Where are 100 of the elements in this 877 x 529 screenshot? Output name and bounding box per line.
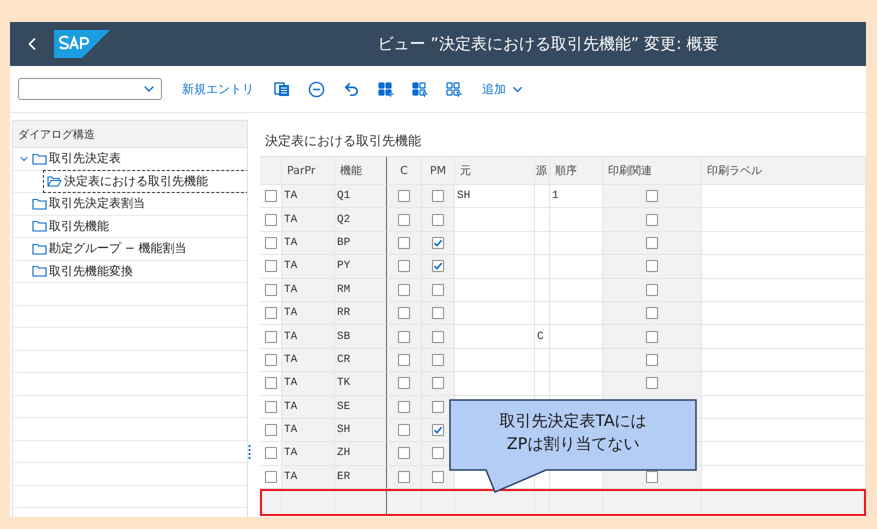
checkbox[interactable]	[398, 400, 410, 413]
checkbox[interactable]	[646, 284, 658, 296]
checkbox[interactable]	[398, 190, 410, 202]
table-cell: TA	[282, 232, 335, 256]
checkbox[interactable]	[646, 330, 658, 343]
dropdown-field[interactable]	[18, 78, 162, 100]
tree-title: ダイアログ構造	[13, 121, 247, 148]
checkbox[interactable]	[398, 424, 410, 436]
add-button[interactable]: 追加	[480, 78, 527, 100]
column-header[interactable]: 元	[455, 157, 535, 185]
column-header[interactable]: ParPr	[282, 157, 335, 185]
checkbox[interactable]	[398, 284, 410, 296]
checkbox[interactable]	[398, 236, 410, 249]
checkbox[interactable]	[264, 214, 276, 226]
splitter-handle-icon[interactable]	[248, 445, 251, 459]
table-cell: TA	[282, 325, 335, 349]
checkbox[interactable]	[432, 284, 444, 296]
checkbox[interactable]	[432, 190, 444, 202]
checkbox[interactable]	[398, 354, 410, 366]
checkbox[interactable]	[432, 424, 444, 436]
checkbox[interactable]	[432, 330, 444, 343]
checkbox[interactable]	[264, 307, 276, 320]
table-cell: PY	[335, 255, 387, 279]
table-cell	[535, 489, 550, 516]
checkbox[interactable]	[432, 400, 444, 413]
outline-grid-icon[interactable]	[446, 82, 462, 96]
table-cell: TA	[282, 255, 335, 279]
checkbox[interactable]	[264, 447, 276, 460]
tree-item[interactable]: 取引先決定表	[30, 149, 123, 168]
table-cell: TA	[282, 208, 335, 232]
folder-icon	[32, 220, 47, 232]
page-title: ビュー ”決定表における取引先機能” 変更: 概要	[376, 34, 720, 54]
column-header[interactable]: 源	[535, 157, 550, 185]
checkbox[interactable]	[264, 470, 276, 483]
table-cell: ZH	[335, 442, 387, 466]
checkbox[interactable]	[432, 447, 444, 460]
column-header[interactable]: C	[387, 157, 422, 185]
checkbox[interactable]	[264, 400, 276, 413]
checkbox[interactable]	[646, 190, 658, 202]
table-cell	[535, 278, 550, 302]
checkbox[interactable]	[398, 377, 410, 390]
checkbox[interactable]	[264, 236, 276, 249]
delete-icon[interactable]	[308, 80, 325, 98]
tree-item[interactable]: 取引先機能	[30, 216, 111, 236]
checkbox[interactable]	[264, 190, 276, 202]
tree-item[interactable]: 決定表における取引先機能	[45, 172, 247, 191]
column-header[interactable]: 印刷関連	[603, 157, 702, 185]
checkbox[interactable]	[398, 307, 410, 320]
table-cell	[535, 255, 550, 279]
table-cell	[282, 489, 335, 516]
checkbox[interactable]	[398, 470, 410, 483]
checkbox[interactable]	[264, 284, 276, 296]
undo-icon[interactable]	[343, 80, 360, 98]
checkbox[interactable]	[398, 447, 410, 460]
table-cell	[535, 348, 550, 372]
folder-icon	[32, 242, 47, 255]
table-cell	[260, 489, 282, 516]
table-cell: TA	[282, 302, 335, 326]
checkbox[interactable]	[432, 307, 444, 320]
column-header[interactable]: 順序	[550, 157, 603, 185]
column-header[interactable]: 印刷ラベル	[702, 157, 866, 185]
checkbox[interactable]	[264, 260, 276, 272]
checkbox[interactable]	[398, 330, 410, 343]
table-cell: C	[535, 325, 550, 349]
checkbox[interactable]	[264, 377, 276, 390]
checkbox[interactable]	[646, 377, 658, 390]
checkbox[interactable]	[264, 424, 276, 436]
checkbox[interactable]	[432, 377, 444, 390]
table-cell: RM	[335, 278, 387, 302]
checkbox[interactable]	[432, 236, 444, 249]
checkbox[interactable]	[398, 260, 410, 272]
filled-grid-icon[interactable]	[378, 82, 394, 96]
checkbox[interactable]	[432, 354, 444, 366]
table-cell	[335, 489, 387, 516]
logo-icon	[54, 30, 110, 58]
checkbox[interactable]	[398, 214, 410, 226]
checkbox[interactable]	[646, 354, 658, 366]
checkbox[interactable]	[432, 470, 444, 483]
table-cell: CR	[335, 348, 387, 372]
table-cell: RR	[335, 302, 387, 326]
half-grid-icon[interactable]	[412, 82, 428, 96]
checkbox[interactable]	[646, 260, 658, 272]
checkbox[interactable]	[646, 214, 658, 226]
table-cell: TA	[282, 466, 335, 490]
table-cell: SB	[335, 325, 387, 349]
tree-item[interactable]: 勘定グループ − 機能割当	[30, 239, 189, 258]
tree-item[interactable]: 取引先機能変換	[30, 262, 135, 281]
checkbox[interactable]	[264, 354, 276, 366]
column-header[interactable]: 機能	[335, 157, 387, 185]
checkbox[interactable]	[432, 214, 444, 226]
checkbox[interactable]	[646, 307, 658, 320]
checkbox[interactable]	[646, 470, 658, 483]
new-entry-button[interactable]: 新規エントリ	[180, 78, 256, 100]
tree-item[interactable]: 取引先決定表割当	[30, 194, 147, 214]
table-cell	[535, 232, 550, 256]
copy-icon[interactable]	[274, 81, 290, 97]
column-header[interactable]: PM	[422, 157, 455, 185]
checkbox[interactable]	[264, 330, 276, 343]
checkbox[interactable]	[432, 260, 444, 272]
checkbox[interactable]	[646, 236, 658, 249]
